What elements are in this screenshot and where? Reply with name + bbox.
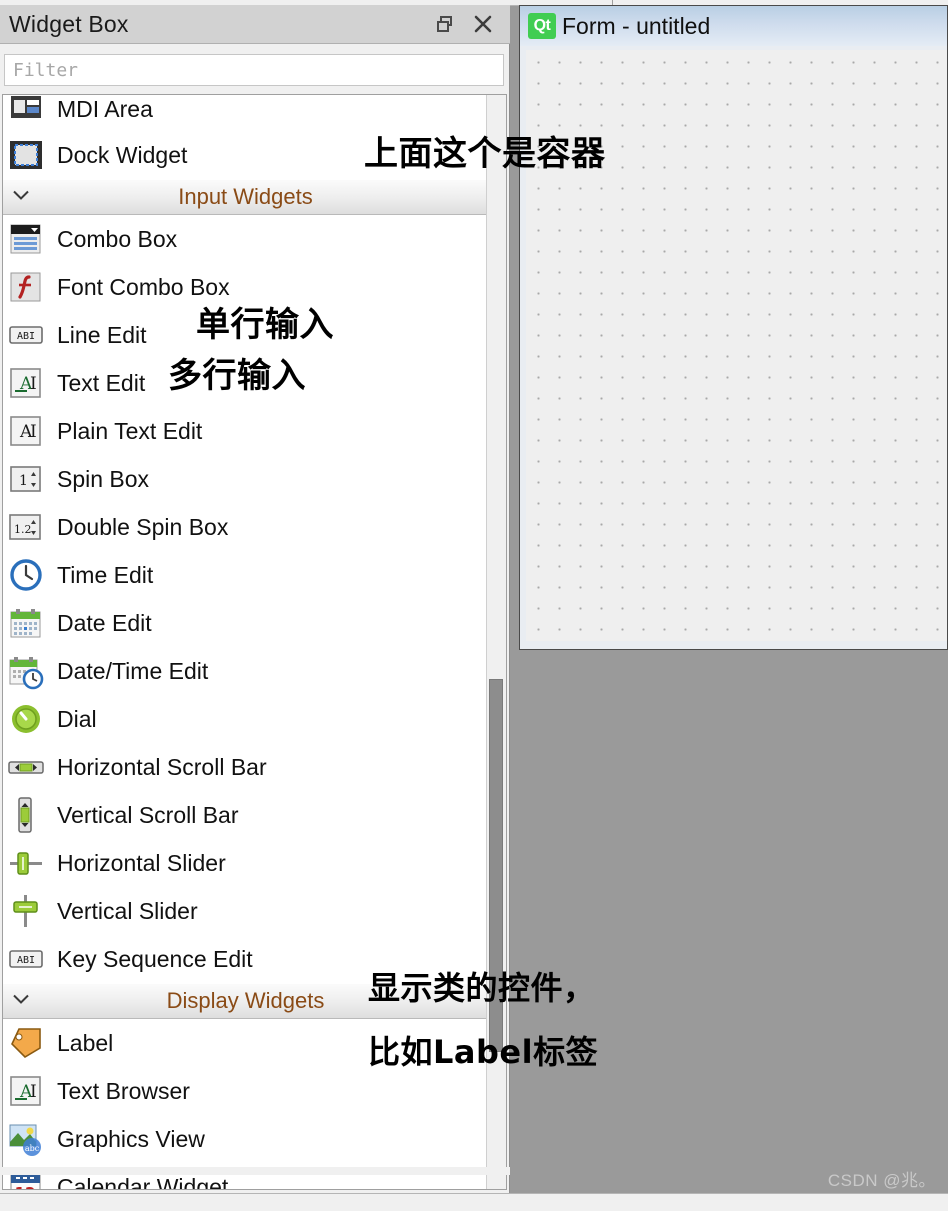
list-item[interactable]: 1.2 Double Spin Box [3,503,488,551]
widget-list-content: MDI Area Dock Widget Input Widgets Combo… [3,95,488,1190]
widget-list[interactable]: MDI Area Dock Widget Input Widgets Combo… [2,94,507,1190]
list-item[interactable]: Vertical Slider [3,887,488,935]
list-item-label: Vertical Slider [57,897,198,924]
list-item[interactable]: A I Text Browser [3,1067,488,1115]
list-item-label: Dial [57,705,97,732]
horizontal-slider-icon [7,844,45,882]
list-item-label: Combo Box [57,225,178,252]
list-item-label: Text Browser [57,1077,190,1104]
widget-box-dock: Widget Box Filter MDI Area Dock Widget I… [0,5,510,1193]
font-combo-box-icon [7,268,45,306]
form-titlebar[interactable]: Qt Form - untitled [520,6,947,46]
annotation-single-line-input: 单行输入 [196,305,334,345]
annotation-display-widgets-line1: 显示类的控件， [368,969,596,1007]
list-item-label: Text Edit [57,369,146,396]
form-window-title: Form - untitled [562,12,711,39]
spin-box-icon: 1 [7,460,45,498]
text-edit-icon: A I [7,364,45,402]
status-bar [0,1193,948,1211]
list-item-label: Graphics View [57,1125,205,1152]
dock-widget-icon [7,136,45,174]
list-item[interactable]: Date Edit [3,599,488,647]
svg-text:I: I [30,374,37,394]
chevron-down-icon[interactable] [11,992,31,1011]
vertical-slider-icon [7,892,45,930]
svg-text:1.2: 1.2 [14,523,32,536]
list-item-label: Date Edit [57,609,152,636]
form-window[interactable]: Qt Form - untitled [519,5,948,650]
list-item[interactable]: Vertical Scroll Bar [3,791,488,839]
list-item[interactable]: Date/Time Edit [3,647,488,695]
list-item-label: MDI Area [57,95,153,122]
list-item[interactable]: A I Plain Text Edit [3,407,488,455]
chevron-down-icon[interactable] [11,188,31,207]
list-item-label: Spin Box [57,465,150,492]
key-sequence-edit-icon: ABI [7,940,45,978]
dock-bottom-filler [0,1167,510,1175]
double-spin-box-icon: 1.2 [7,508,45,546]
list-item[interactable]: Horizontal Scroll Bar [3,743,488,791]
list-item-label: Calendar Widget [57,1173,229,1190]
widget-box-title: Widget Box [9,10,129,37]
list-item[interactable]: Combo Box [3,215,488,263]
dial-icon [7,700,45,738]
list-item-label: Horizontal Slider [57,849,226,876]
application-window: Widget Box Filter MDI Area Dock Widget I… [0,0,948,1211]
line-edit-icon: ABI [7,316,45,354]
float-restore-icon[interactable] [434,13,456,35]
list-item-label: Key Sequence Edit [57,945,253,972]
svg-text:1: 1 [19,473,28,489]
close-icon[interactable] [472,13,494,35]
list-item[interactable]: Time Edit [3,551,488,599]
list-item-label: Plain Text Edit [57,417,203,444]
list-item-label: Dock Widget [57,141,188,168]
svg-text:I: I [30,422,37,442]
qt-logo-icon: Qt [528,13,556,39]
plain-text-edit-icon: A I [7,412,45,450]
annotation-multi-line-input: 多行输入 [168,356,306,396]
calendar-icon [7,604,45,642]
section-header-input-widgets[interactable]: Input Widgets [3,179,488,215]
list-item-label: Line Edit [57,321,147,348]
widget-list-scrollbar[interactable] [486,95,506,1189]
list-item-label: Vertical Scroll Bar [57,801,239,828]
mdi-area-icon [7,95,45,128]
label-tag-icon [7,1024,45,1062]
svg-text:abc: abc [25,1144,40,1153]
graphics-view-icon: abc [7,1120,45,1158]
list-item-label: Double Spin Box [57,513,229,540]
annotation-container-note: 上面这个是容器 [364,134,606,174]
list-item-label: Time Edit [57,561,154,588]
calendar-clock-icon [7,652,45,690]
list-item[interactable]: Dial [3,695,488,743]
svg-text:I: I [30,1082,37,1102]
list-item-label: Label [57,1029,114,1056]
list-item[interactable]: 1 Spin Box [3,455,488,503]
horizontal-scrollbar-icon [7,748,45,786]
filter-field-wrapper [4,54,504,86]
combo-box-icon [7,220,45,258]
list-item[interactable]: abc Graphics View [3,1115,488,1163]
list-item-label: Horizontal Scroll Bar [57,753,267,780]
section-label: Input Widgets [178,184,313,209]
svg-text:12: 12 [15,1184,36,1190]
vertical-scrollbar-icon [7,796,45,834]
svg-text:ABI: ABI [17,331,35,342]
section-label: Display Widgets [166,988,325,1013]
text-browser-icon: A I [7,1072,45,1110]
annotation-display-widgets-line2: 比如Label标签 [368,1033,599,1071]
svg-text:ABI: ABI [17,955,35,966]
watermark: CSDN @兆。 [827,1171,936,1190]
list-item[interactable]: Horizontal Slider [3,839,488,887]
clock-icon [7,556,45,594]
filter-input[interactable] [4,54,504,86]
widget-box-titlebar: Widget Box [0,5,510,44]
list-item-label: Date/Time Edit [57,657,209,684]
